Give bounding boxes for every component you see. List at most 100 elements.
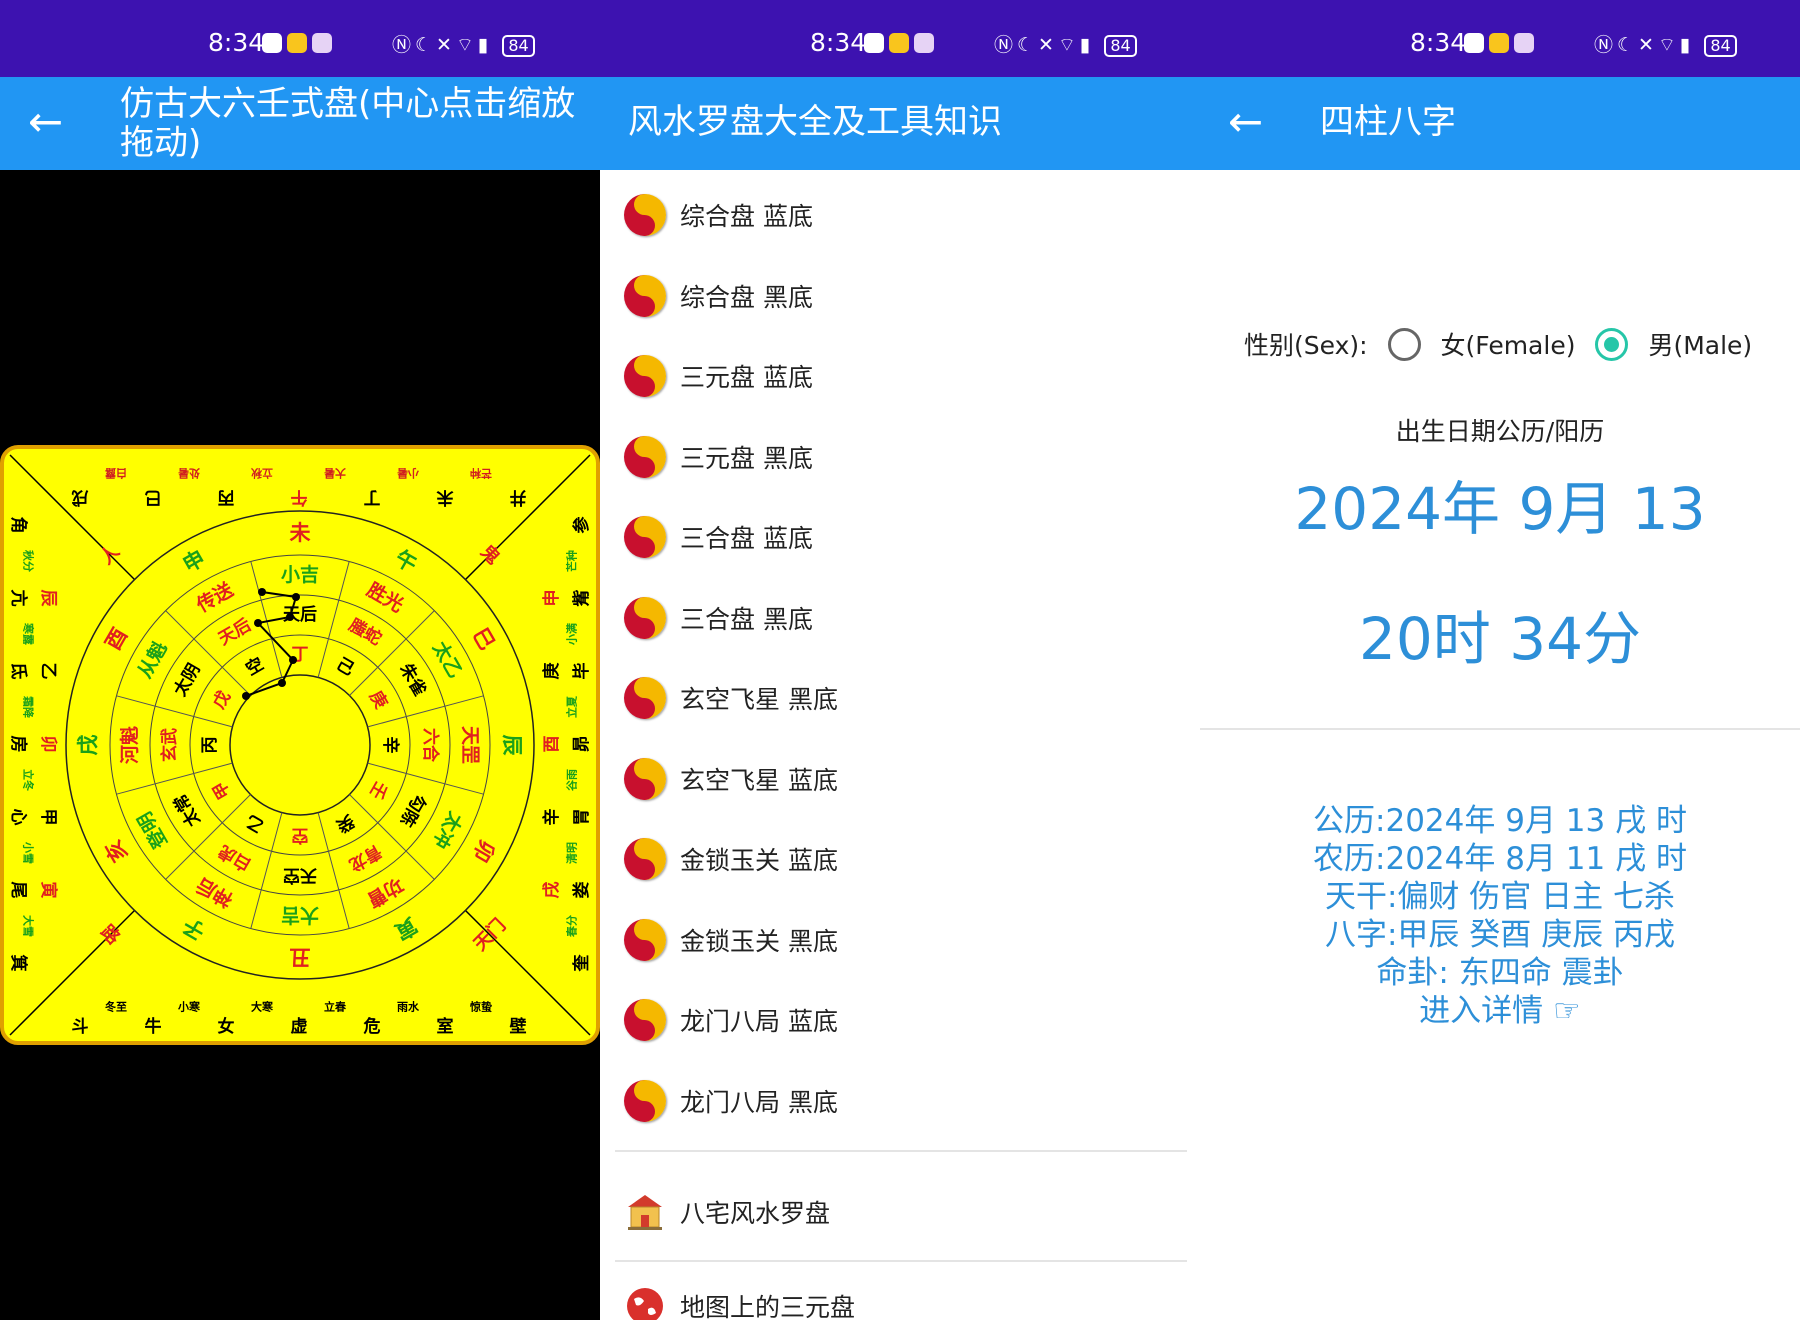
system-icons: Ⓝ☾✕⌔▮ 84 [392, 30, 535, 57]
term-left: 立冬 [22, 769, 36, 791]
globe-icon [627, 1288, 663, 1320]
mansion-top: 丁 [364, 487, 381, 507]
list-item[interactable]: 三元盘 蓝底 [624, 336, 1184, 416]
taiji-icon [624, 677, 666, 719]
term-bottom: 立春 [324, 1000, 347, 1014]
ring-cell: 河魁 [118, 726, 141, 764]
star-dot [289, 656, 297, 664]
star-dot [278, 679, 286, 687]
list-item-label: 金锁玉关 黑底 [680, 926, 838, 956]
list-item-label: 综合盘 黑底 [680, 282, 813, 312]
stem-left: 辰 [38, 590, 58, 608]
liuren-board[interactable]: 戌巳丙午丁未井白露 处暑 立秋 大暑 小暑 芒种斗牛女虚危室壁冬至 小寒 大寒 立春 雨水 惊蛰角亢… [0, 445, 600, 1045]
lunar-date-line: 农历:2024年 8月 11 戌 时 [1313, 841, 1687, 877]
sex-label: 性别(Sex): [1244, 331, 1368, 360]
birth-date[interactable]: 2024年 9月 13 [1200, 462, 1800, 546]
system-icons: Ⓝ☾✕⌔▮ 84 [1594, 30, 1737, 57]
taiji-icon [624, 355, 666, 397]
mansion-bottom: 虚 [291, 1017, 308, 1037]
ring-cell: 辰 [500, 735, 524, 756]
ring-cell: 玄武 [159, 728, 180, 762]
taiji-icon [624, 435, 666, 478]
term-right: 芒种 [565, 550, 579, 572]
app-icon [312, 33, 332, 53]
list-item-label: 龙门八局 蓝底 [680, 1007, 838, 1036]
message-icon [889, 33, 909, 53]
ring-cell: 未 [290, 521, 311, 545]
app-bar: 风水罗盘大全及工具知识 [600, 77, 1200, 170]
detail-link[interactable]: 进入详情 ☞ [1200, 992, 1800, 1030]
male-label[interactable]: 男(Male) [1648, 326, 1752, 362]
ring-cell: 天空 [283, 865, 317, 886]
mansion-left: 房 [8, 736, 29, 753]
stem-right: 庚 [541, 663, 562, 680]
list-item[interactable]: 龙门八局 黑底 [624, 1061, 1184, 1141]
house-icon [628, 1195, 662, 1230]
list-item[interactable]: 金锁玉关 蓝底 [624, 819, 1184, 899]
list-item[interactable]: 龙门八局 蓝底 [624, 980, 1184, 1060]
list-item[interactable]: 玄空飞星 蓝底 [624, 739, 1184, 819]
list-item-label: 三元盘 黑底 [680, 443, 813, 473]
list-item[interactable]: 玄空飞星 黑底 [624, 658, 1184, 738]
mansion-left: 氐 [8, 663, 29, 680]
back-arrow-icon[interactable]: ← [28, 97, 63, 147]
notification-icons [864, 33, 934, 53]
term-top: 芒种 [470, 467, 492, 481]
status-time: 8:34 [208, 28, 265, 57]
list-item[interactable]: 三合盘 蓝底 [624, 497, 1184, 577]
term-left: 大雪 [22, 915, 36, 937]
mansion-right: 毕 [572, 663, 592, 680]
mansion-top: 丙 [218, 487, 235, 507]
term-top: 立秋 [250, 467, 273, 481]
star-dot [292, 593, 300, 601]
back-arrow-icon[interactable]: ← [1228, 97, 1263, 147]
mansion-left: 箕 [8, 955, 29, 972]
term-bottom: 小寒 [177, 1000, 201, 1014]
date-caption: 出生日期公历/阳历 [1395, 417, 1605, 446]
female-radio[interactable] [1387, 327, 1421, 361]
mansion-right: 胃 [572, 809, 592, 826]
taiji-icon [624, 274, 666, 317]
page-title: 风水罗盘大全及工具知识 [628, 102, 1002, 142]
list-item-label: 龙门八局 黑底 [680, 1087, 838, 1117]
list-item[interactable]: 金锁玉关 黑底 [624, 900, 1184, 980]
list-item[interactable]: 三元盘 黑底 [624, 417, 1184, 497]
list-item-label: 玄空飞星 黑底 [680, 685, 838, 714]
list-item-map[interactable]: 地图上的三元盘 [624, 1266, 1184, 1320]
list-item-label: 八宅风水罗盘 [680, 1199, 831, 1228]
female-label[interactable]: 女(Female) [1441, 326, 1576, 362]
qq-icon [1464, 33, 1484, 53]
term-right: 立夏 [565, 695, 579, 718]
mansion-right: 参 [571, 517, 592, 534]
taiji-icon [624, 999, 666, 1041]
list-item[interactable]: 综合盘 黑底 [624, 256, 1184, 336]
solar-date-line: 公历:2024年 9月 13 戌 时 [1313, 803, 1687, 839]
stem-right: 酉 [542, 736, 562, 753]
page-title: 仿古大六壬式盘(中心点击缩放 拖动) [120, 84, 576, 163]
term-left: 霜降 [22, 695, 36, 719]
birth-time[interactable]: 20时 34分 [1200, 592, 1800, 676]
male-radio[interactable] [1595, 327, 1629, 361]
ring-cell: 丙 [200, 737, 220, 754]
star-dot [242, 692, 250, 700]
list-item[interactable]: 综合盘 蓝底 [624, 175, 1184, 255]
ring-cell: 戌 [76, 735, 100, 756]
ring-cell: 六合 [420, 728, 441, 763]
term-top: 处暑 [178, 467, 201, 481]
list-item-label: 三合盘 蓝底 [680, 524, 813, 553]
list-item-label: 玄空飞星 蓝底 [680, 765, 838, 795]
ring-cell: 丑 [290, 945, 311, 969]
stem-right: 申 [541, 590, 562, 607]
list-item-bazhai[interactable]: 八宅风水罗盘 [624, 1172, 1184, 1252]
term-bottom: 大寒 [251, 1000, 274, 1014]
mansion-right: 奎 [571, 954, 592, 973]
term-left: 秋分 [22, 550, 36, 572]
ring-cell: 大吉 [281, 904, 319, 927]
term-right: 谷雨 [565, 769, 579, 791]
status-bar: 8:34 Ⓝ☾✕⌔▮ 84 [1200, 0, 1800, 77]
qq-icon [864, 33, 884, 53]
list-item[interactable]: 三合盘 黑底 [624, 578, 1184, 658]
app-icon [914, 33, 934, 53]
bazi-info: 公历:2024年 9月 13 戌 时 农历:2024年 8月 11 戌 时 天干… [1200, 802, 1800, 1030]
app-icon [1514, 33, 1534, 53]
